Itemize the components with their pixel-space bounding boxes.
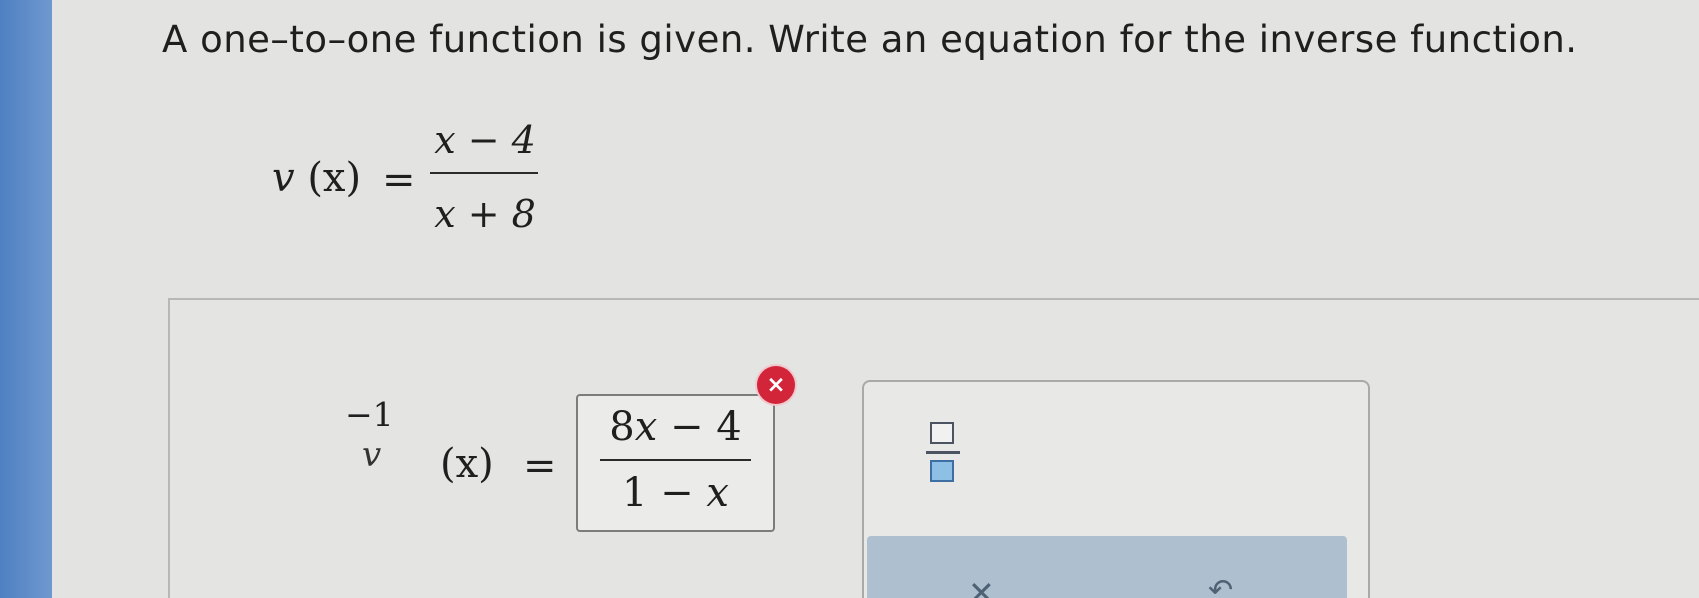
inverse-argument-text: (x) [440, 441, 494, 487]
question-prompt: A one–to–one function is given. Write an… [162, 18, 1578, 61]
fraction-denominator-slot [930, 460, 954, 482]
answer-fraction-bar [600, 459, 751, 461]
answer-input[interactable]: 8x − 4 1 − x [576, 394, 775, 532]
given-function-numerator: x − 4 [434, 118, 536, 162]
inverse-equals: = [523, 443, 557, 489]
given-function-denominator: x + 8 [434, 192, 536, 236]
given-fraction-bar [430, 172, 538, 174]
fraction-icon[interactable] [926, 418, 960, 494]
given-function-equals: = [382, 157, 416, 203]
answer-numerator-variable: x [634, 404, 658, 450]
answer-denominator-variable: x [706, 470, 729, 516]
left-accent-bar [0, 0, 52, 598]
given-function-letter: v [272, 155, 295, 201]
inverse-function-letter: v [362, 435, 382, 475]
fraction-tool-bar [926, 451, 960, 454]
given-function-name: v (x) [272, 155, 361, 201]
answer-denominator[interactable]: 1 − x [578, 470, 773, 516]
inverse-exponent: −1 [345, 395, 394, 434]
incorrect-x-icon: × [757, 366, 795, 404]
inverse-function-argument: (x) [440, 441, 494, 487]
given-function-argument: (x) [307, 155, 362, 201]
fraction-numerator-slot [930, 422, 954, 444]
answer-numerator-rest: − 4 [657, 404, 742, 450]
answer-denominator-lead: 1 − [622, 470, 707, 516]
answer-numerator[interactable]: 8x − 4 [578, 404, 773, 450]
palette-action-bar [867, 536, 1347, 598]
answer-numerator-coefficient: 8 [609, 404, 635, 450]
clear-x-icon[interactable]: ✕ [968, 577, 995, 598]
undo-icon[interactable]: ↶ [1208, 576, 1233, 598]
